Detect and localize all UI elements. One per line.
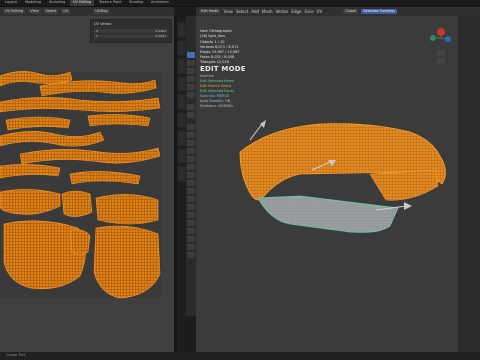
smooth-tool-icon[interactable] <box>187 180 195 186</box>
loop-cut-tool-icon[interactable] <box>187 148 195 154</box>
edge-rotate-tool-icon[interactable] <box>187 252 195 258</box>
vertex-menu[interactable]: Vertex <box>276 9 289 14</box>
sidebar-tab-view[interactable] <box>177 58 186 74</box>
legend-head: Inactive <box>200 73 214 78</box>
stats-label: Triangles <box>200 59 216 64</box>
sidebar-tab-edit[interactable] <box>177 76 186 92</box>
stats-value: 1 / 10 <box>214 39 225 44</box>
uv-image-selector[interactable]: UVMap <box>93 8 110 15</box>
uv-islands[interactable] <box>0 16 174 352</box>
tab-shading[interactable]: Shading <box>126 0 146 6</box>
tab-modeling[interactable]: Modeling <box>22 0 44 6</box>
viewport-header: Edit Mode View Select Add Mesh Vertex Ed… <box>196 7 480 16</box>
status-bar: Cursor Pick <box>0 352 480 360</box>
uv-view-menu[interactable]: View <box>28 8 41 15</box>
move-tool-icon[interactable] <box>187 68 195 74</box>
stats-objects: Objects 1 / 10 <box>200 39 246 45</box>
select-menu[interactable]: Select <box>236 9 248 14</box>
stats-label: Faces <box>200 54 210 59</box>
tab-uv-editing[interactable]: UV Editing <box>70 0 95 6</box>
arrow-icon <box>260 120 266 128</box>
stats-value: 15,987 / 15,987 <box>211 49 240 54</box>
sidebar-tab-create[interactable] <box>177 94 186 110</box>
uv-select-menu[interactable]: Select <box>43 8 59 15</box>
scale-tool-icon[interactable] <box>187 84 195 90</box>
stats-label: Edges <box>200 49 211 54</box>
randomize-tool-icon[interactable] <box>187 244 195 250</box>
glasses-model[interactable] <box>200 100 452 260</box>
add-menu[interactable]: Add <box>251 9 259 14</box>
inset-tool-icon[interactable] <box>187 132 195 138</box>
shrink-fatten-tool-icon[interactable] <box>187 196 195 202</box>
stats-value: 8,052 / 8,058 <box>210 54 235 59</box>
annotate-tool-icon[interactable] <box>187 104 195 110</box>
measure-tool-icon[interactable] <box>187 112 195 118</box>
view-menu[interactable]: View <box>223 9 233 14</box>
legend-item: Edit Selected Faces <box>200 88 234 93</box>
sidebar-tab-misc[interactable] <box>177 130 186 146</box>
transform-tool-icon[interactable] <box>187 92 195 98</box>
stats-edges: Edges 15,987 / 15,987 <box>200 49 246 55</box>
cursor-tool-icon[interactable] <box>187 60 195 66</box>
outliner-panel[interactable] <box>458 16 480 352</box>
stats-label: Vertices <box>200 44 214 49</box>
tab-layout[interactable]: Layout <box>2 0 20 6</box>
to-sphere-tool-icon[interactable] <box>187 228 195 234</box>
push-pull-tool-icon[interactable] <box>187 236 195 242</box>
arrow-icon <box>404 202 412 210</box>
spin-tool-icon[interactable] <box>187 172 195 178</box>
stats-value: 12,016 <box>216 59 229 64</box>
rip-region-tool-icon[interactable] <box>187 212 195 218</box>
uv-mode-selector[interactable]: UV Editing <box>3 8 26 15</box>
uv-menu[interactable]: UV <box>317 9 323 14</box>
stats-label: Objects <box>200 39 214 44</box>
viewport-overlay-text: User Orthographic (16) light_lens Object… <box>200 29 246 110</box>
navigation-gizmo[interactable] <box>426 20 456 66</box>
bevel-tool-icon[interactable] <box>187 140 195 146</box>
select-box-tool-icon[interactable] <box>187 52 195 58</box>
legend-item: Edit Selected Items <box>200 78 234 83</box>
extrude-tool-icon[interactable] <box>187 124 195 130</box>
sidebar-tab-shortcuts[interactable] <box>177 166 186 182</box>
edit-mode-title: EDIT MODE <box>200 65 246 73</box>
pan-icon <box>437 58 445 64</box>
poly-build-tool-icon[interactable] <box>187 164 195 170</box>
rip-edge-tool-icon[interactable] <box>187 220 195 226</box>
stats-triangles: Triangles 12,016 <box>200 59 246 65</box>
rotate-tool-icon[interactable] <box>187 76 195 82</box>
active-object-label: (16) light_lens <box>200 34 225 38</box>
sidebar-tab-tools[interactable] <box>177 148 186 164</box>
status-text: Cursor Pick <box>6 353 26 358</box>
shear-tool-icon[interactable] <box>187 204 195 210</box>
sidebar-tab-item[interactable] <box>177 22 186 38</box>
orientation-selector[interactable]: Global <box>343 8 359 15</box>
uv-editor-header: UV Editing View Select UV UVMap <box>0 7 174 16</box>
overlay-line: Normals: MERGE <box>200 94 230 98</box>
mode-selector[interactable]: Edit Mode <box>199 8 221 15</box>
edge-menu[interactable]: Edge <box>291 9 301 14</box>
stats-value: 8,071 / 8,071 <box>215 44 239 49</box>
sidebar-tab-tool[interactable] <box>177 40 186 56</box>
sidebar-tab-uv[interactable] <box>177 112 186 128</box>
uv-uv-menu[interactable]: UV <box>61 8 71 15</box>
tab-texture-paint[interactable]: Texture Paint <box>96 0 125 6</box>
tab-sculpting[interactable]: Sculpting <box>46 0 68 6</box>
legend-item: Edit Seams Sharp <box>200 83 232 88</box>
view-projection-label: User Orthographic <box>200 29 233 33</box>
tab-animation[interactable]: Animation <box>148 0 172 6</box>
selected-overlays-button[interactable]: Selected Overlays <box>361 8 398 15</box>
zoom-icon <box>437 50 445 56</box>
knife-tool-icon[interactable] <box>187 156 195 162</box>
face-menu[interactable]: Face <box>305 9 314 14</box>
edge-slide-tool-icon[interactable] <box>187 188 195 194</box>
stats-faces: Faces 8,052 / 8,058 <box>200 54 246 60</box>
stats-vertices: Vertices 8,071 / 8,071 <box>200 44 246 50</box>
mesh-menu[interactable]: Mesh <box>262 9 273 14</box>
